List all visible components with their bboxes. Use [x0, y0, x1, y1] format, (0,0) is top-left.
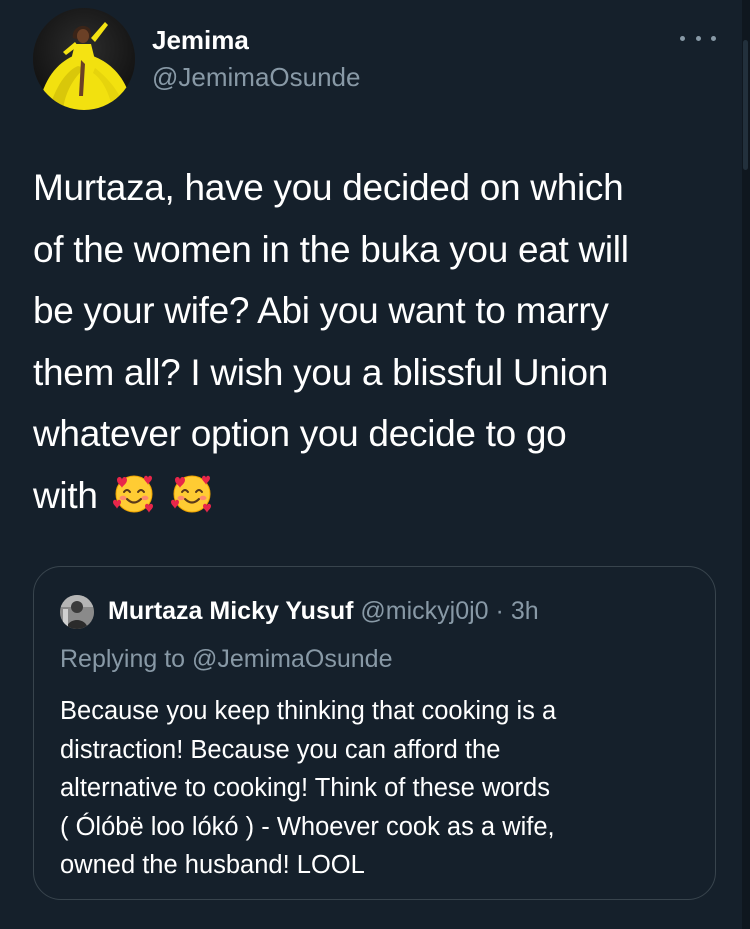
tweet-text-line: be your wife? Abi you want to marry: [33, 290, 609, 331]
author-handle[interactable]: @JemimaOsunde: [152, 62, 360, 93]
more-options-icon[interactable]: [680, 26, 716, 50]
tweet-text-word: with: [33, 474, 98, 516]
tweet-text: Murtaza, have you decided on which of th…: [33, 157, 733, 526]
quoted-author-handle[interactable]: @mickyj0j0: [360, 597, 488, 625]
tweet-text-line: them all? I wish you a blissful Union: [33, 351, 609, 393]
tweet-text-line: Murtaza, have you decided on which: [33, 167, 624, 208]
quoted-text-line: Because you keep thinking that cooking i…: [60, 697, 557, 725]
tweet-text-line: of the women in the buka you eat will: [33, 228, 629, 270]
tweet: Jemima @JemimaOsunde Murtaza, have you d…: [0, 0, 750, 929]
author-name[interactable]: Jemima: [152, 25, 249, 56]
quoted-replying-to[interactable]: Replying to @JemimaOsunde: [60, 645, 392, 674]
scrollbar-thumb[interactable]: [743, 40, 748, 170]
quoted-tweet-card[interactable]: Murtaza Micky Yusuf @mickyj0j0 · 3h Repl…: [33, 566, 716, 900]
quoted-text-line: ( Ólóbë loo lókó ) - Whoever cook as a w…: [60, 812, 555, 841]
quoted-author-avatar[interactable]: [60, 595, 94, 629]
more-dot: [680, 35, 685, 41]
quoted-author-name[interactable]: Murtaza Micky Yusuf: [108, 597, 353, 625]
quoted-separator: ·: [495, 597, 504, 625]
author-avatar[interactable]: [33, 8, 135, 110]
quoted-header: Murtaza Micky Yusuf @mickyj0j0 · 3h: [108, 597, 539, 626]
smiling-face-with-hearts-icon: [170, 472, 214, 516]
more-dot: [711, 35, 716, 41]
tweet-text-last-line: with: [33, 465, 733, 527]
tweet-text-line: whatever option you decide to go: [33, 413, 567, 454]
smiling-face-with-hearts-icon: [112, 472, 156, 516]
quoted-text-line: alternative to cooking! Think of these w…: [60, 774, 550, 802]
quoted-text-line: distraction! Because you can afford the: [60, 735, 501, 764]
quoted-text-line: owned the husband! LOOL: [60, 851, 365, 879]
quoted-timestamp[interactable]: 3h: [511, 597, 539, 625]
quoted-tweet-text: Because you keep thinking that cooking i…: [60, 692, 700, 885]
more-dot: [695, 35, 701, 41]
